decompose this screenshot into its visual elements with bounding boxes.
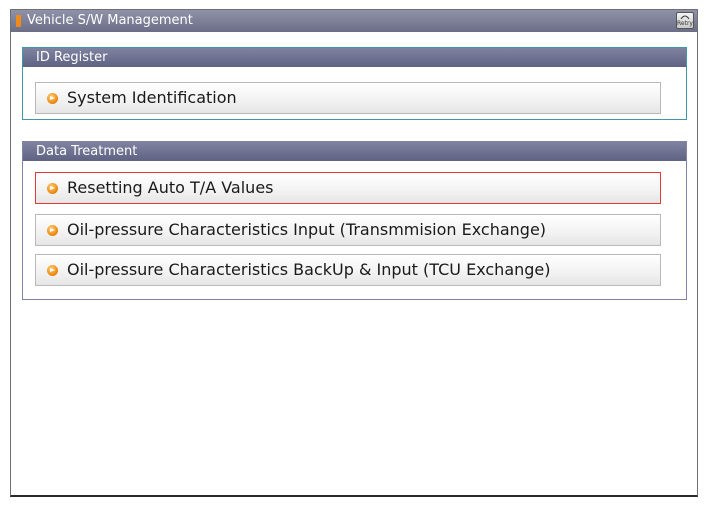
app-flag-icon: [16, 15, 21, 27]
item-label: Resetting Auto T/A Values: [67, 178, 274, 197]
window-title: Vehicle S/W Management: [27, 13, 193, 28]
oil-pressure-backup-input-button[interactable]: Oil-pressure Characteristics BackUp & In…: [35, 254, 661, 286]
item-label: System Identification: [67, 88, 237, 107]
data-treatment-group: Data Treatment Resetting Auto T/A Values…: [22, 141, 687, 300]
data-treatment-header: Data Treatment: [23, 142, 686, 161]
orange-arrow-bullet-icon: [47, 265, 58, 276]
id-register-header: ID Register: [23, 48, 686, 67]
resetting-auto-ta-values-button[interactable]: Resetting Auto T/A Values: [35, 172, 661, 204]
orange-arrow-bullet-icon: [47, 225, 58, 236]
retry-label: Retry: [677, 20, 693, 27]
orange-arrow-bullet-icon: [47, 183, 58, 194]
id-register-group: ID Register System Identification: [22, 47, 687, 120]
item-label: Oil-pressure Characteristics Input (Tran…: [67, 220, 547, 239]
oil-pressure-input-button[interactable]: Oil-pressure Characteristics Input (Tran…: [35, 214, 661, 246]
item-label: Oil-pressure Characteristics BackUp & In…: [67, 260, 551, 279]
orange-arrow-bullet-icon: [47, 93, 58, 104]
system-identification-button[interactable]: System Identification: [35, 82, 661, 114]
retry-button[interactable]: Retry: [676, 12, 694, 29]
main-window: Vehicle S/W Management Retry ID Register…: [10, 9, 698, 497]
title-bar: Vehicle S/W Management Retry: [11, 10, 697, 32]
